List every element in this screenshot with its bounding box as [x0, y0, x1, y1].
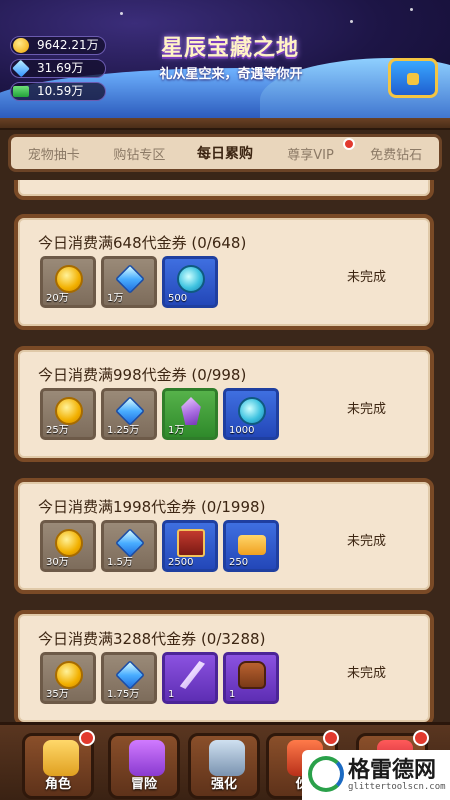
- status-label: 未完成: [346, 270, 386, 285]
- reward-qty: 1.25万: [107, 425, 140, 436]
- reward-card: 今日消费满648代金券 (0/648) 20万 1万 500 未完成: [14, 214, 434, 330]
- nav-adventure-button[interactable]: 冒险: [108, 733, 180, 799]
- reward-qty: 2500: [168, 557, 194, 568]
- reward-qty: 30万: [46, 557, 69, 568]
- reward-item[interactable]: 25万: [40, 388, 96, 440]
- watermark-url: glittertoolscn.com: [348, 782, 446, 792]
- reward-qty: 20万: [46, 293, 69, 304]
- reward-qty: 1000: [229, 425, 255, 436]
- card-title: 今日消费满648代金券 (0/648): [38, 234, 247, 252]
- event-banner: 星辰宝藏之地 礼从星空来，奇遇等你开 9642.21万 31.69万 10.59…: [0, 0, 450, 118]
- reward-qty: 1万: [107, 293, 124, 304]
- diamond-balance-value: 31.69万: [37, 61, 84, 75]
- status-label: 未完成: [346, 402, 386, 417]
- star-decoration: [120, 12, 123, 15]
- banner-title: 星辰宝藏之地: [160, 36, 299, 61]
- reward-items: 20万 1万 500: [40, 256, 218, 308]
- nav-upgrade-button[interactable]: 强化: [188, 733, 260, 799]
- reward-item[interactable]: 1: [162, 652, 218, 704]
- reward-item[interactable]: 1.25万: [101, 388, 157, 440]
- reward-card: 今日消费满1998代金券 (0/1998) 30万 1.5万 2500 250 …: [14, 478, 434, 594]
- site-watermark: 格雷德网 glittertoolscn.com: [302, 750, 450, 800]
- nav-label: 强化: [210, 777, 237, 792]
- card-title: 今日消费满998代金券 (0/998): [38, 366, 247, 384]
- cash-balance: 10.59万: [10, 82, 106, 101]
- reward-qty: 25万: [46, 425, 69, 436]
- diamond-balance: 31.69万: [10, 59, 106, 78]
- treasure-chest-icon: [388, 58, 438, 98]
- reward-qty: 1.5万: [107, 557, 133, 568]
- reward-qty: 1: [229, 689, 236, 700]
- star-decoration: [350, 20, 353, 23]
- wooden-beam: [0, 118, 450, 130]
- reward-items: 35万 1.75万 1 1: [40, 652, 279, 704]
- ticket-icon: [238, 535, 266, 555]
- banner-subtitle: 礼从星空来，奇遇等你开: [159, 67, 303, 82]
- backpack-icon: [238, 661, 266, 689]
- reward-qty: 250: [229, 557, 249, 568]
- orb-icon: [177, 265, 205, 293]
- tab-free-diamonds[interactable]: 免费钻石: [353, 144, 439, 163]
- reward-card: 今日消费满3288代金券 (0/3288) 35万 1.75万 1 1 未完成: [14, 610, 434, 722]
- watermark-name: 格雷德网: [348, 757, 437, 783]
- reward-list[interactable]: 今日消费满648代金券 (0/648) 20万 1万 500 未完成 今日消费满…: [0, 180, 450, 722]
- reward-qty: 1: [168, 689, 175, 700]
- reward-qty: 500: [168, 293, 188, 304]
- tab-vip[interactable]: 尊享VIP: [268, 137, 356, 163]
- nav-label: 冒险: [130, 777, 157, 792]
- character-icon: [43, 740, 79, 776]
- reward-item[interactable]: 250: [223, 520, 279, 572]
- nav-character-button[interactable]: 角色: [22, 730, 95, 799]
- reward-item[interactable]: 1.75万: [101, 652, 157, 704]
- reward-item[interactable]: 20万: [40, 256, 96, 308]
- reward-card: 今日消费满998代金券 (0/998) 25万 1.25万 1万 1000 未完…: [14, 346, 434, 462]
- card-title: 今日消费满3288代金券 (0/3288): [38, 630, 266, 648]
- reward-item[interactable]: 1万: [101, 256, 157, 308]
- reward-item[interactable]: 35万: [40, 652, 96, 704]
- portal-icon: [129, 740, 165, 776]
- tab-bar: 宠物抽卡 购钻专区 每日累购 尊享VIP 免费钻石: [0, 118, 450, 180]
- reward-items: 30万 1.5万 2500 250: [40, 520, 279, 572]
- notification-badge: [323, 730, 339, 746]
- book-icon: [177, 529, 205, 557]
- tab-strip: 宠物抽卡 购钻专区 每日累购 尊享VIP 免费钻石: [8, 134, 442, 172]
- reward-item[interactable]: 1.5万: [101, 520, 157, 572]
- reward-item[interactable]: 2500: [162, 520, 218, 572]
- status-label: 未完成: [346, 534, 386, 549]
- reward-item[interactable]: 1: [223, 652, 279, 704]
- cash-icon: [13, 86, 29, 97]
- star-decoration: [410, 8, 413, 11]
- card-title: 今日消费满1998代金券 (0/1998): [38, 498, 266, 516]
- reward-qty: 1.75万: [107, 689, 140, 700]
- tab-vip-label: 尊享VIP: [287, 147, 334, 163]
- status-label: 未完成: [346, 666, 386, 681]
- diamond-icon: [12, 59, 30, 78]
- reward-item[interactable]: 30万: [40, 520, 96, 572]
- notification-badge: [413, 730, 429, 746]
- reward-item[interactable]: 1万: [162, 388, 218, 440]
- reward-items: 25万 1.25万 1万 1000: [40, 388, 279, 440]
- orb-icon: [238, 397, 266, 425]
- cash-balance-value: 10.59万: [37, 84, 84, 98]
- reward-item[interactable]: 500: [162, 256, 218, 308]
- nav-label: 角色: [44, 777, 71, 792]
- tab-diamond-shop[interactable]: 购钻专区: [97, 144, 183, 163]
- reward-item[interactable]: 1000: [223, 388, 279, 440]
- tab-pet-gacha[interactable]: 宠物抽卡: [11, 144, 97, 163]
- gold-balance-value: 9642.21万: [37, 38, 99, 52]
- site-logo-icon: [308, 756, 344, 792]
- gold-coin-icon: [13, 38, 29, 53]
- gold-balance: 9642.21万: [10, 36, 106, 55]
- tab-daily-purchase[interactable]: 每日累购: [182, 143, 268, 163]
- reward-qty: 35万: [46, 689, 69, 700]
- reward-qty: 1万: [168, 425, 185, 436]
- notification-badge: [79, 730, 95, 746]
- feather-icon: [179, 661, 205, 689]
- reward-card-partial: [14, 180, 434, 200]
- anvil-icon: [209, 740, 245, 776]
